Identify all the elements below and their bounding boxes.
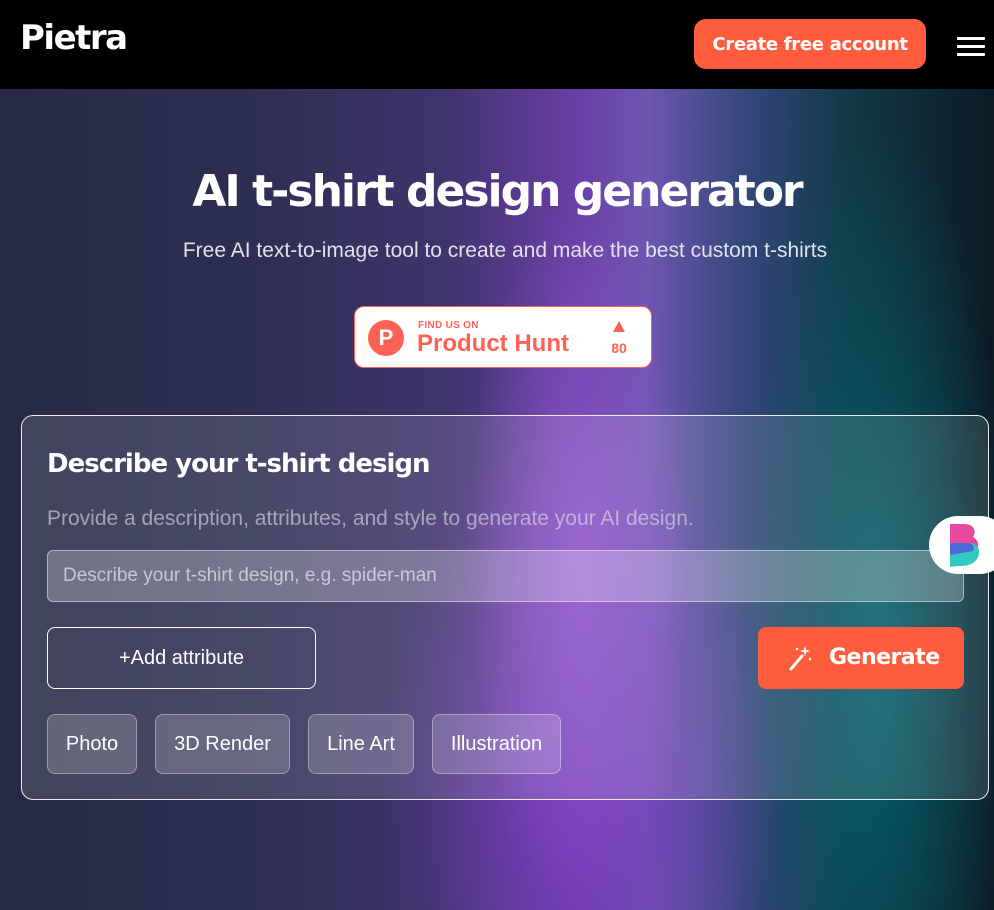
style-chip-illustration[interactable]: Illustration — [432, 714, 561, 774]
design-generator-card: Describe your t-shirt design Provide a d… — [21, 415, 989, 800]
magic-wand-icon — [789, 646, 812, 671]
create-account-button[interactable]: Create free account — [694, 19, 926, 69]
upvote-count: 80 — [611, 340, 627, 356]
assistant-widget-icon — [950, 524, 980, 567]
page-title: AI t-shirt design generator — [192, 166, 803, 217]
generate-button[interactable]: Generate — [758, 627, 964, 689]
hamburger-menu-icon[interactable] — [957, 37, 985, 57]
product-hunt-logo-icon: P — [368, 320, 404, 356]
generator-title: Describe your t-shirt design — [47, 449, 431, 479]
product-hunt-badge[interactable]: P FIND US ON Product Hunt 80 — [354, 306, 652, 368]
add-attribute-button[interactable]: +Add attribute — [47, 627, 316, 689]
style-chip-photo[interactable]: Photo — [47, 714, 137, 774]
design-prompt-input[interactable] — [47, 550, 964, 602]
upvote-arrow-icon — [613, 321, 625, 332]
style-chip-3d-render[interactable]: 3D Render — [155, 714, 290, 774]
product-hunt-name: Product Hunt — [417, 330, 569, 357]
top-navigation: Pietra Create free account — [0, 0, 994, 89]
generator-description: Provide a description, attributes, and s… — [47, 507, 694, 530]
page-subtitle: Free AI text-to-image tool to create and… — [182, 239, 828, 262]
assistant-widget[interactable] — [929, 516, 994, 574]
pietra-logo[interactable]: Pietra — [20, 18, 128, 58]
generate-label: Generate — [829, 645, 940, 670]
style-chip-line-art[interactable]: Line Art — [308, 714, 414, 774]
